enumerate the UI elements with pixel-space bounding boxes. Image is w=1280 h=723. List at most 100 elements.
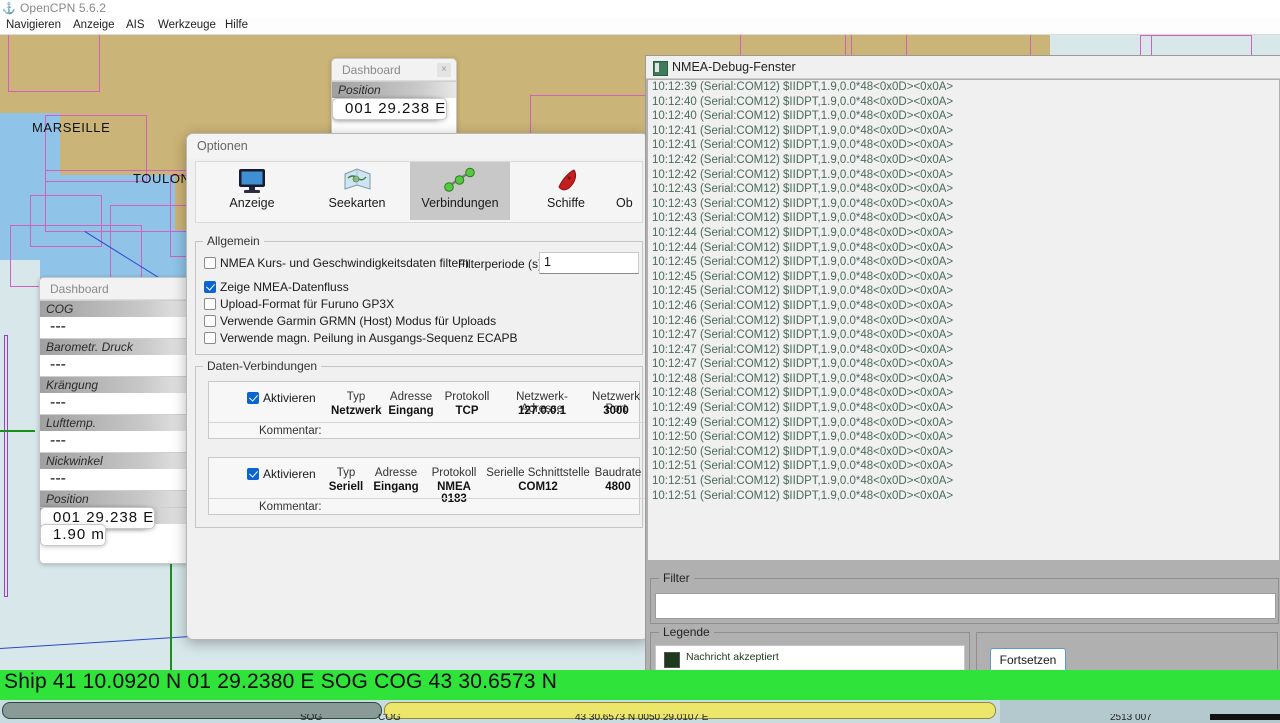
legend-swatch-accepted [664,652,680,668]
log-line: 10:12:51 (Serial:COM12) $IIDPT,1.9,0.0*4… [652,489,954,502]
magn-peilung-checkbox[interactable] [204,332,216,344]
tab-anzeige-label: Anzeige [229,196,275,210]
log-line: 10:12:47 (Serial:COM12) $IIDPT,1.9,0.0*4… [652,343,954,356]
log-line: 10:12:44 (Serial:COM12) $IIDPT,1.9,0.0*4… [652,226,954,239]
log-line: 10:12:41 (Serial:COM12) $IIDPT,1.9,0.0*4… [652,139,954,152]
menu-anzeige[interactable]: Anzeige [73,19,115,31]
bottom-label-cog: COG [378,714,401,723]
connection-2-value-schnittstelle: COM12 [518,481,558,493]
upload-furuno-label: Upload-Format für Furuno GP3X [220,297,395,311]
log-line: 10:12:46 (Serial:COM12) $IIDPT,1.9,0.0*4… [652,314,954,327]
magn-peilung-row[interactable]: Verwende magn. Peilung in Ausgangs-Seque… [204,331,518,345]
connection-2-comment: Kommentar: [209,498,648,515]
log-line: 10:12:45 (Serial:COM12) $IIDPT,1.9,0.0*4… [652,270,954,283]
nmea-titlebar: NMEA-Debug-Fenster [646,56,1280,79]
connection-1-header-typ: Typ [346,391,366,403]
nmea-debug-window[interactable]: NMEA-Debug-Fenster 10:12:39 (Serial:COM1… [645,55,1280,712]
log-line: 10:12:42 (Serial:COM12) $IIDPT,1.9,0.0*4… [652,153,954,166]
log-line: 10:12:48 (Serial:COM12) $IIDPT,1.9,0.0*4… [652,372,954,385]
nmea-log-area[interactable]: 10:12:39 (Serial:COM12) $IIDPT,1.9,0.0*4… [648,80,1279,560]
menu-werkzeuge[interactable]: Werkzeuge [158,19,216,31]
connection-1-header-protokoll: Protokoll [444,391,490,403]
garmin-grmn-label: Verwende Garmin GRMN (Host) Modus für Up… [220,314,497,328]
upload-furuno-row[interactable]: Upload-Format für Furuno GP3X [204,297,394,311]
dashboard-label-heel: Krängung [40,376,190,393]
chart-outline [4,335,8,597]
dashboard-value-barometer: --- [40,355,190,376]
daten-verbindungen-title: Daten-Verbindungen [203,359,322,373]
connection-2-enable-checkbox[interactable] [247,468,259,480]
tab-schiffe[interactable]: Schiffe [516,162,616,220]
menu-hilfe[interactable]: Hilfe [225,19,248,31]
connection-2-header-baudrate: Baudrate [594,467,642,479]
connection-1-enable-row[interactable]: Aktivieren [247,391,316,405]
connection-1-enable-checkbox[interactable] [247,392,259,404]
filter-input[interactable] [655,593,1276,619]
tab-schiffe-label: Schiffe [547,196,585,210]
menu-ais[interactable]: AIS [126,19,145,31]
app-title: OpenCPN 5.6.2 [20,1,107,15]
garmin-grmn-row[interactable]: Verwende Garmin GRMN (Host) Modus für Up… [204,314,496,328]
allgemein-group: Allgemein NMEA Kurs- und Geschwindigkeit… [195,234,643,355]
log-line: 10:12:41 (Serial:COM12) $IIDPT,1.9,0.0*4… [652,124,954,137]
dashboard-left-title: Dashboard [50,282,109,296]
connection-1-value-adresse: Eingang [388,405,434,417]
bottom-label-sog: SOG [300,714,323,723]
daten-verbindungen-group: Daten-Verbindungen Aktivieren Typ Netzwe… [195,359,648,528]
options-dialog[interactable]: Optionen Anzeige Seekarten Verbindungen … [186,133,649,640]
legend-item: Nachricht akzeptiert [656,649,964,668]
connection-2-value-typ: Seriell [328,481,364,493]
menu-bar: Navigieren Anzeige AIS Werkzeuge Hilfe [0,18,1280,35]
garmin-grmn-checkbox[interactable] [204,315,216,327]
nmea-filter-checkbox-row[interactable]: NMEA Kurs- und Geschwindigkeitsdaten fil… [204,256,469,270]
connection-row-serial[interactable]: Aktivieren Typ Seriell Adresse Eingang P… [208,457,648,515]
dashboard-left-titlebar: Dashboard [40,278,190,300]
log-line: 10:12:51 (Serial:COM12) $IIDPT,1.9,0.0*4… [652,460,954,473]
connection-2-value-adresse: Eingang [373,481,419,493]
log-line: 10:12:49 (Serial:COM12) $IIDPT,1.9,0.0*4… [652,416,954,429]
dashboard-label-position: Position [40,490,190,507]
log-line: 10:12:47 (Serial:COM12) $IIDPT,1.9,0.0*4… [652,329,954,342]
connection-2-header-schnittstelle: Serielle Schnittstelle [486,467,590,479]
bottom-label-position: 43 30.6573 N 0050 29.0107 E [575,714,709,723]
log-line: 10:12:43 (Serial:COM12) $IIDPT,1.9,0.0*4… [652,183,954,196]
status-bar-text: Ship 41 10.0920 N 01 29.2380 E SOG COG 4… [4,670,558,693]
connection-2-enable-row[interactable]: Aktivieren [247,467,316,481]
place-toulon: TOULON [133,171,191,186]
tab-seekarten-label: Seekarten [328,196,386,210]
dashboard-window-top[interactable]: Dashboard × Position 41 10.091 N 001 29.… [331,58,457,143]
connection-2-header-typ: Typ [336,467,356,479]
filterperiode-input[interactable]: 1 [539,252,639,274]
monitor-icon [202,162,302,198]
legend-label-accepted: Nachricht akzeptiert [686,651,779,663]
connection-1-value-port: 3000 [603,405,629,417]
options-dialog-title: Optionen [187,134,648,159]
connection-1-value-typ: Netzwerk [331,405,382,417]
tab-anzeige[interactable]: Anzeige [202,162,302,220]
menu-navigieren[interactable]: Navigieren [6,19,61,31]
zeige-nmea-datenfluss-checkbox[interactable] [204,281,216,293]
tab-seekarten[interactable]: Seekarten [307,162,407,220]
nmea-filter-checkbox[interactable] [204,257,216,269]
track-line-green-h [0,430,35,432]
log-line: 10:12:45 (Serial:COM12) $IIDPT,1.9,0.0*4… [652,285,954,298]
filter-group: Filter [650,571,1279,624]
nmea-window-title: NMEA-Debug-Fenster [672,60,796,74]
bottom-info-row: SOG COG 43 30.6573 N 0050 29.0107 E 2513… [0,714,1280,723]
tab-verbindungen[interactable]: Verbindungen [410,162,510,220]
track-line-green [170,550,172,670]
log-line: 10:12:40 (Serial:COM12) $IIDPT,1.9,0.0*4… [652,95,954,108]
dashboard-window-left[interactable]: Dashboard COG --- Barometr. Druck --- Kr… [39,277,191,564]
opencpn-icon: ⚓ [2,3,16,15]
log-line: 10:12:46 (Serial:COM12) $IIDPT,1.9,0.0*4… [652,299,954,312]
dashboard-label-cog: COG [40,300,190,317]
close-icon[interactable]: × [437,63,451,77]
place-marseille: MARSEILLE [32,120,111,135]
zeige-nmea-datenfluss-row[interactable]: Zeige NMEA-Datenfluss [204,280,349,294]
log-line: 10:12:50 (Serial:COM12) $IIDPT,1.9,0.0*4… [652,431,954,444]
legende-label: Legende [659,625,714,639]
log-line: 10:12:51 (Serial:COM12) $IIDPT,1.9,0.0*4… [652,475,954,488]
nmea-window-icon [653,61,668,76]
connection-row-network[interactable]: Aktivieren Typ Netzwerk Adresse Eingang … [208,381,648,439]
upload-furuno-checkbox[interactable] [204,298,216,310]
